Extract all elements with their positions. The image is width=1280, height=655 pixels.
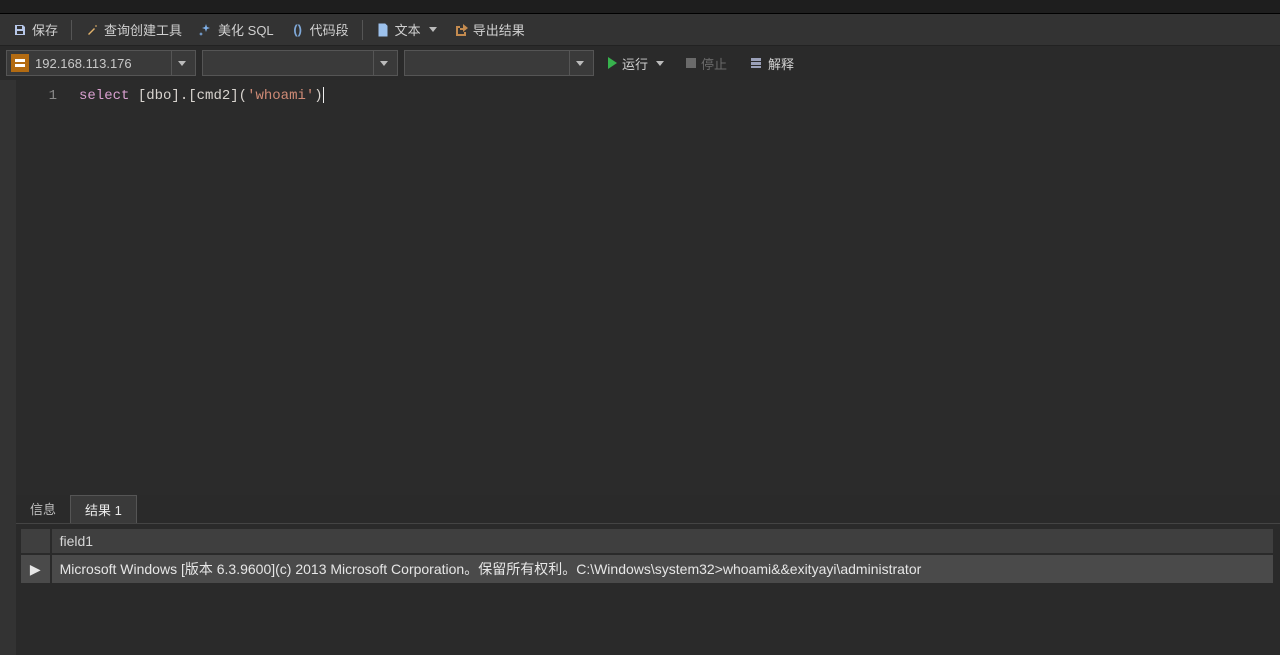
query-builder-button[interactable]: 查询创建工具 (78, 16, 189, 43)
stop-icon (686, 58, 696, 68)
snippet-label: 代码段 (310, 20, 349, 39)
tab-result-1[interactable]: 结果 1 (70, 495, 137, 523)
line-number: 1 (16, 85, 57, 107)
row-indicator-header (20, 528, 51, 554)
token-string: 'whoami' (247, 88, 314, 104)
server-icon (11, 54, 29, 72)
token-space (129, 88, 137, 104)
stop-label: 停止 (701, 54, 727, 73)
beautify-sql-button[interactable]: 美化 SQL (192, 16, 281, 43)
connection-select[interactable]: 192.168.113.176 (6, 50, 196, 76)
code-area[interactable]: select [dbo].[cmd2]('whoami') (71, 80, 1280, 495)
sparkle-icon (199, 23, 213, 37)
schema-select[interactable] (404, 50, 594, 76)
snippet-button[interactable]: () 代码段 (284, 16, 356, 43)
text-mode-button[interactable]: 文本 (369, 16, 444, 43)
cell-field1[interactable]: Microsoft Windows [版本 6.3.9600](c) 2013 … (51, 554, 1274, 584)
toolbar-separator (362, 20, 363, 40)
row-indicator: ▶ (20, 554, 51, 584)
explain-label: 解释 (768, 54, 794, 73)
export-result-button[interactable]: 导出结果 (447, 16, 532, 43)
sql-editor[interactable]: 1 select [dbo].[cmd2]('whoami') (16, 80, 1280, 495)
token-keyword: select (79, 88, 129, 104)
chevron-down-icon (178, 61, 186, 66)
grid-header-row: field1 (20, 528, 1274, 554)
line-gutter: 1 (16, 80, 71, 495)
save-icon (13, 23, 27, 37)
main-toolbar: 保存 查询创建工具 美化 SQL () 代码段 文本 导出结果 (0, 14, 1280, 46)
save-button[interactable]: 保存 (6, 16, 65, 43)
chevron-down-icon (576, 61, 584, 66)
play-icon (608, 57, 617, 69)
explain-icon (749, 56, 763, 70)
results-pane: 信息 结果 1 field1 ▶ Microsoft Windows [版本 6… (16, 495, 1280, 655)
save-label: 保存 (32, 20, 58, 39)
export-icon (454, 23, 468, 37)
token-rparen: ) (314, 88, 322, 104)
token-identifier: [dbo].[cmd2] (138, 88, 239, 104)
query-builder-label: 查询创建工具 (104, 20, 182, 39)
wand-icon (85, 23, 99, 37)
left-strip (0, 80, 16, 655)
run-button[interactable]: 运行 (600, 50, 672, 77)
text-cursor (323, 87, 324, 103)
result-grid-wrap: field1 ▶ Microsoft Windows [版本 6.3.9600]… (16, 524, 1280, 655)
database-select[interactable] (202, 50, 398, 76)
document-icon (376, 23, 390, 37)
result-grid: field1 ▶ Microsoft Windows [版本 6.3.9600]… (20, 528, 1274, 584)
stop-button: 停止 (678, 50, 735, 77)
explain-button[interactable]: 解释 (741, 50, 802, 77)
toolbar-separator (71, 20, 72, 40)
parentheses-icon: () (291, 23, 305, 37)
window-tab-strip (0, 0, 1280, 14)
caret-down-icon (656, 61, 664, 66)
connection-host: 192.168.113.176 (35, 56, 132, 71)
token-lparen: ( (239, 88, 247, 104)
text-mode-label: 文本 (395, 20, 421, 39)
export-label: 导出结果 (473, 20, 525, 39)
column-header-field1[interactable]: field1 (51, 528, 1274, 554)
table-row[interactable]: ▶ Microsoft Windows [版本 6.3.9600](c) 201… (20, 554, 1274, 584)
result-tabs: 信息 结果 1 (16, 495, 1280, 524)
beautify-label: 美化 SQL (218, 20, 274, 39)
tab-info[interactable]: 信息 (16, 495, 70, 523)
run-label: 运行 (622, 54, 648, 73)
chevron-down-icon (380, 61, 388, 66)
caret-down-icon (429, 27, 437, 32)
connection-bar: 192.168.113.176 运行 停止 解释 (0, 46, 1280, 80)
